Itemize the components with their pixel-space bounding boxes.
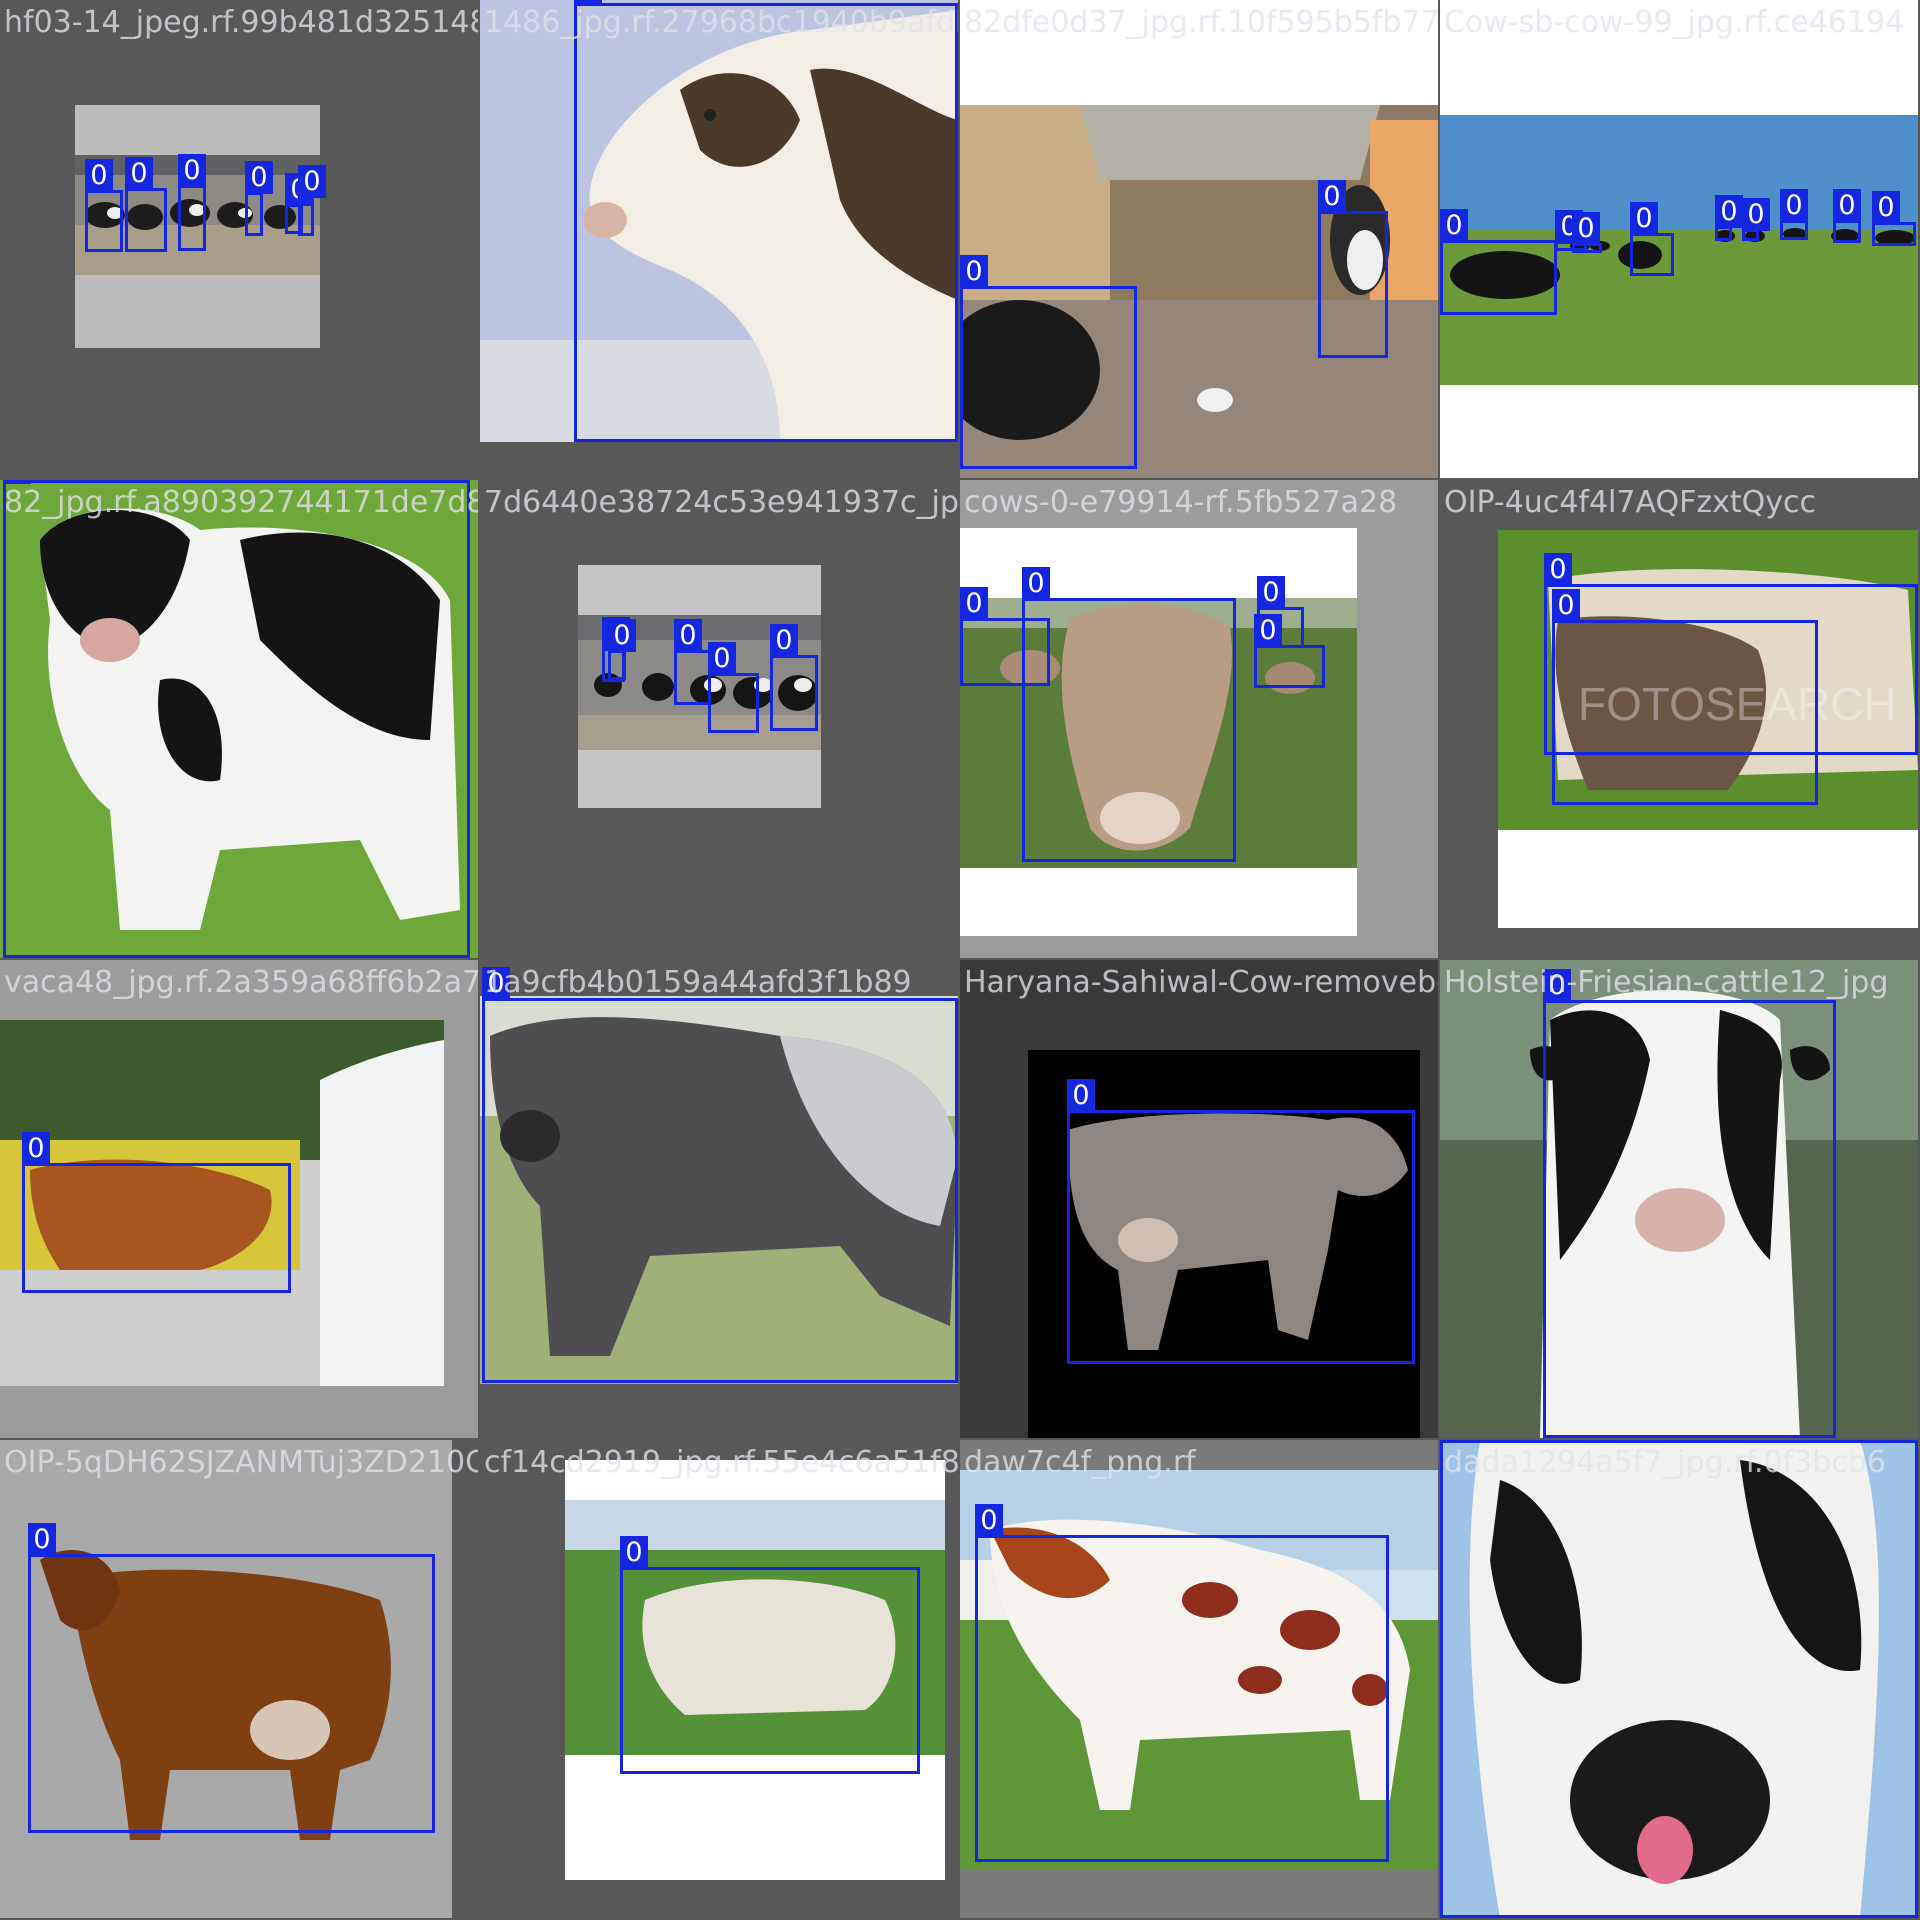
class-label: 0 xyxy=(674,619,702,652)
class-label: 0 xyxy=(1630,202,1658,235)
class-label: 0 xyxy=(770,624,798,657)
detection-box: 0 xyxy=(1552,589,1818,805)
class-label: 0 xyxy=(1257,576,1285,609)
detection-box: 0 xyxy=(975,1504,1389,1862)
tile-15: 0 daw7c4f_png.rf xyxy=(960,1440,1438,1918)
detection-box: 0 xyxy=(245,161,273,236)
tile-11: 0 Haryana-Sahiwal-Cow-removebg-preview_p… xyxy=(960,960,1438,1438)
class-label: 0 xyxy=(22,1132,50,1165)
detection-box: 0 xyxy=(1833,189,1861,243)
tile-7: 0 0 0 0 cows-0-e79914-rf.5fb527a28 xyxy=(960,480,1438,958)
class-label: 0 xyxy=(708,642,736,675)
tile-10: 0 1a9cfb4b0159a44afd3f1b89 xyxy=(480,960,958,1438)
filename-label: vaca48_jpg.rf.2a359a68ff6b2a7d68397a90c5 xyxy=(4,965,478,1000)
tile-13: 0 OIP-5qDH62SJZANMTuj3ZD210G_jpeg.rf.b3f… xyxy=(0,1440,478,1918)
class-label: 0 xyxy=(1833,189,1861,222)
detection-box: 0 xyxy=(85,159,123,252)
detection-box: 0 xyxy=(1022,567,1236,862)
filename-label: daw7c4f_png.rf xyxy=(964,1445,1196,1480)
detection-box: 0 xyxy=(1067,1079,1415,1364)
detection-box: 0 xyxy=(3,480,470,958)
class-label: 0 xyxy=(3,480,31,484)
class-label: 0 xyxy=(1544,553,1572,586)
class-label: 0 xyxy=(28,1523,56,1556)
filename-label: cows-0-e79914-rf.5fb527a28 xyxy=(964,485,1398,520)
class-label: 0 xyxy=(245,161,273,194)
tile-5: 0 82_jpg.rf.a890392744171de7d84e56879f1 xyxy=(0,480,478,958)
detection-box: 0 xyxy=(1715,195,1743,241)
detection-box: 0 xyxy=(608,619,636,680)
class-label: 0 xyxy=(1022,567,1050,600)
detection-box: 0 xyxy=(1318,180,1388,358)
detection-box: 0 xyxy=(22,1132,291,1293)
detection-box: 0 xyxy=(125,157,167,252)
detection-box: 0 xyxy=(298,165,326,236)
filename-label: cf14cd2919_jpg.rf.55e4c6a51f890ca xyxy=(484,1445,958,1480)
class-label: 0 xyxy=(1440,209,1468,242)
class-label: 0 xyxy=(1780,189,1808,222)
filename-label: dada1294a5f7_jpg.rf.0f3bcb6 xyxy=(1444,1445,1886,1480)
filename-label: 1486_jpg.rf.27968bc1940b9afdb82d3f345 xyxy=(484,5,958,40)
class-label: 0 xyxy=(1067,1079,1095,1112)
tile-8: FOTOSEARCH 0 0 OIP-4uc4f4l7AQFzxtQycc xyxy=(1440,480,1918,958)
class-label: 0 xyxy=(85,159,113,192)
class-label: 0 xyxy=(125,157,153,190)
class-label: 0 xyxy=(1715,195,1743,228)
filename-label: Holstein-Friesian-cattle12_jpg xyxy=(1444,965,1889,1000)
filename-label: Haryana-Sahiwal-Cow-removebg-preview_png xyxy=(964,965,1438,1000)
detection-box: 0 xyxy=(1543,969,1836,1438)
detection-box: 0 xyxy=(178,154,206,251)
tile-12: 0 Holstein-Friesian-cattle12_jpg xyxy=(1440,960,1918,1438)
filename-label: 82dfe0d37_jpg.rf.10f595b5fb770e4f73e_png… xyxy=(964,5,1438,40)
class-label: 0 xyxy=(1318,180,1346,213)
class-label: 0 xyxy=(1742,198,1770,231)
class-label: 0 xyxy=(1552,589,1580,622)
filename-label: 7d6440e38724c53e941937c_jpeg.rf.53 xyxy=(484,485,958,520)
tile-1: 0 0 0 0 0 0 hf03-14_jpeg.rf.99b481d32514… xyxy=(0,0,478,478)
filename-label: 82_jpg.rf.a890392744171de7d84e56879f1 xyxy=(4,485,478,520)
detection-box: 0 xyxy=(1780,189,1808,240)
detection-box: 0 xyxy=(1742,198,1770,241)
filename-label: OIP-4uc4f4l7AQFzxtQycc xyxy=(1444,485,1816,520)
mosaic-grid: 0 0 0 0 0 0 hf03-14_jpeg.rf.99b481d32514… xyxy=(0,0,1920,1920)
class-label: 0 xyxy=(608,619,636,652)
detection-box: 0 xyxy=(28,1523,435,1833)
class-label: 0 xyxy=(960,587,988,620)
class-label: 0 xyxy=(975,1504,1003,1537)
filename-label: Cow-sb-cow-99_jpg.rf.ce46194 xyxy=(1444,5,1905,40)
tile-2: 0 1486_jpg.rf.27968bc1940b9afdb82d3f345 xyxy=(480,0,958,478)
filename-label: 1a9cfb4b0159a44afd3f1b89 xyxy=(484,965,912,1000)
class-label: 0 xyxy=(1572,212,1600,245)
tile-16: 0 dada1294a5f7_jpg.rf.0f3bcb6 xyxy=(1440,1440,1918,1918)
detection-box: 0 xyxy=(1440,1440,1918,1918)
tile-9: 0 vaca48_jpg.rf.2a359a68ff6b2a7d68397a90… xyxy=(0,960,478,1438)
class-label: 0 xyxy=(178,154,206,187)
class-label: 0 xyxy=(960,255,988,288)
filename-label: hf03-14_jpeg.rf.99b481d3251486b4a6127938… xyxy=(4,5,478,40)
class-label: 0 xyxy=(1872,191,1900,224)
tile-4: 0 0 0 0 0 0 0 0 0 Cow-sb-cow-99_jpg.rf.c… xyxy=(1440,0,1918,478)
detection-box: 0 xyxy=(1630,202,1674,276)
detection-box: 0 xyxy=(482,967,958,1383)
class-label: 0 xyxy=(1440,1440,1468,1442)
class-label: 0 xyxy=(620,1536,648,1569)
detection-box: 0 xyxy=(620,1536,920,1774)
class-label: 0 xyxy=(298,165,326,198)
detection-box: 0 xyxy=(708,642,759,733)
detection-box: 0 xyxy=(960,255,1137,469)
tile-14: 0 cf14cd2919_jpg.rf.55e4c6a51f890ca xyxy=(480,1440,958,1918)
detection-box: 0 xyxy=(674,619,711,705)
detection-box: 0 xyxy=(574,0,958,442)
filename-label: OIP-5qDH62SJZANMTuj3ZD210G_jpeg.rf.b3f00… xyxy=(4,1445,478,1480)
tile-3: 0 0 82dfe0d37_jpg.rf.10f595b5fb770e4f73e… xyxy=(960,0,1438,478)
detection-box: 0 xyxy=(1572,212,1602,253)
detection-box: 0 xyxy=(1872,191,1916,246)
detection-box: 0 xyxy=(770,624,818,731)
class-label: 0 xyxy=(1254,614,1282,647)
detection-box: 0 xyxy=(1440,209,1557,315)
detection-box: 0 xyxy=(1254,614,1325,688)
tile-6: 0 0 0 0 0 7d6440e38724c53e941937c_jpeg.r… xyxy=(480,480,958,958)
